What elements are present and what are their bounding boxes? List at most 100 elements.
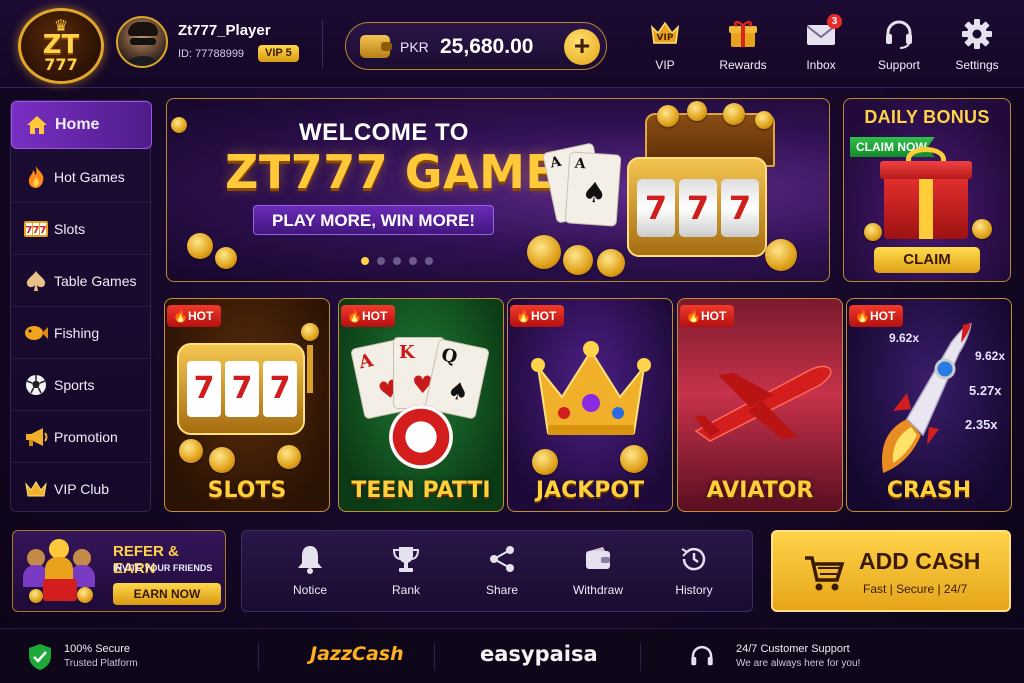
action-share[interactable]: Share: [462, 541, 542, 605]
secure-subtitle: Trusted Platform: [64, 658, 138, 669]
game-title: SLOTS: [207, 478, 287, 503]
support-subtitle: We are always here for you!: [736, 658, 861, 669]
action-label: Share: [485, 583, 519, 597]
sidebar-item-promotion[interactable]: Promotion: [11, 411, 152, 463]
shopping-cart-icon: [803, 554, 845, 597]
sidebar-item-fishing[interactable]: Fishing: [11, 307, 152, 359]
refer-subtitle: INVITE YOUR FRIENDS: [113, 563, 213, 573]
player-id: ID: 77788999: [178, 48, 245, 60]
headset-icon: [864, 16, 934, 52]
claim-button[interactable]: CLAIM: [874, 247, 980, 273]
footer-divider: [258, 643, 259, 671]
add-cash-title: ADD CASH: [859, 548, 981, 574]
home-icon: [24, 112, 50, 138]
playing-card-art: A ♠: [564, 151, 622, 227]
svg-text:7: 7: [26, 225, 33, 236]
slot-machine-art: 7 7 7: [627, 157, 767, 257]
carousel-dot[interactable]: [409, 257, 417, 265]
nav-settings[interactable]: Settings: [942, 16, 1012, 80]
game-card-crash[interactable]: 🔥HOT 9.62x 9.62x 5.27x 2.35x CRASH: [846, 298, 1012, 512]
top-nav: VIP VIP Rewards 3 Inbox Support Settings: [630, 14, 1020, 80]
wallet-icon: [558, 541, 638, 577]
quick-actions-bar: Notice Rank Share Withdraw History: [241, 530, 753, 612]
earn-now-button[interactable]: EARN NOW: [113, 583, 221, 605]
sidebar-item-label: Sports: [54, 376, 95, 393]
carousel-dot[interactable]: [425, 257, 433, 265]
game-card-aviator[interactable]: 🔥HOT AVIATOR: [677, 298, 843, 512]
slots-777-icon: 777: [23, 216, 49, 242]
game-title: JACKPOT: [535, 478, 645, 503]
action-withdraw[interactable]: Withdraw: [558, 541, 638, 605]
footer-divider: [434, 643, 435, 671]
carousel-dot[interactable]: [393, 257, 401, 265]
game-title: AVIATOR: [706, 478, 814, 503]
action-label: Withdraw: [572, 583, 623, 597]
sidebar-item-home[interactable]: Home: [11, 101, 152, 149]
banner-welcome-text: WELCOME TO: [299, 119, 469, 146]
spade-icon: [23, 268, 49, 294]
footer-bar: 100% Secure Trusted Platform JazzCash ea…: [0, 628, 1024, 683]
balance-amount: 25,680.00: [440, 35, 534, 58]
sidebar-item-table-games[interactable]: Table Games: [11, 255, 152, 307]
sidebar-item-slots[interactable]: 777 Slots: [11, 203, 152, 255]
hero-banner[interactable]: WELCOME TO ZT777 GAME PLAY MORE, WIN MOR…: [166, 98, 830, 282]
sidebar-item-label: Hot Games: [54, 168, 125, 185]
game-title: CRASH: [886, 478, 972, 503]
top-header: ♛ ZT 777 Zt777_Player ID: 77788999 VIP 5…: [0, 0, 1024, 88]
fish-icon: [23, 320, 49, 346]
game-card-slots[interactable]: 🔥HOT 7 7 7 SLOTS: [164, 298, 330, 512]
sidebar-item-label: VIP Club: [54, 481, 109, 497]
add-cash-button[interactable]: ADD CASH Fast | Secure | 24/7: [771, 530, 1011, 612]
nav-inbox[interactable]: 3 Inbox: [786, 14, 856, 80]
player-name: Zt777_Player: [178, 22, 271, 39]
action-rank[interactable]: Rank: [366, 541, 446, 605]
action-notice[interactable]: Notice: [270, 541, 350, 605]
sidebar-item-label: Table Games: [54, 272, 137, 289]
nav-label: Rewards: [719, 58, 767, 72]
multiplier-label: 9.62x: [975, 349, 1006, 363]
support-title: 24/7 Customer Support: [736, 643, 850, 655]
nav-vip[interactable]: VIP VIP: [630, 16, 700, 80]
carousel-dot[interactable]: [361, 257, 369, 265]
game-title: TEEN PATTI: [351, 478, 491, 503]
multiplier-label: 2.35x: [965, 417, 998, 432]
sidebar-item-label: Home: [55, 116, 100, 133]
slot-machine-art: 7 7 7: [177, 343, 305, 435]
svg-text:7: 7: [40, 225, 47, 236]
nav-support[interactable]: Support: [864, 16, 934, 80]
vip-level-badge: VIP 5: [258, 45, 299, 62]
footer-divider: [640, 643, 641, 671]
sidebar-item-sports[interactable]: Sports: [11, 359, 152, 411]
sidebar-item-vip-club[interactable]: VIP Club: [11, 463, 152, 515]
sidebar-item-hot-games[interactable]: Hot Games: [11, 151, 152, 203]
hot-tag: 🔥HOT: [680, 305, 735, 327]
banner-tagline: PLAY MORE, WIN MORE!: [253, 205, 495, 235]
gear-icon: [942, 16, 1012, 52]
add-funds-button[interactable]: +: [564, 29, 600, 65]
zt777-logo[interactable]: ♛ ZT 777: [18, 8, 104, 84]
svg-text:7: 7: [33, 225, 40, 236]
sidebar-item-label: Fishing: [54, 324, 100, 341]
soccer-ball-icon: [23, 372, 49, 398]
player-profile[interactable]: Zt777_Player ID: 77788999 VIP 5: [116, 14, 324, 74]
sidebar-item-label: Slots: [54, 220, 86, 237]
flame-icon: 🔥: [347, 309, 362, 323]
crown-art: [531, 341, 651, 435]
game-card-teen-patti[interactable]: 🔥HOT A ♥ K ♥ Q ♠ TEEN PATTI: [338, 298, 504, 512]
sidebar: Home Hot Games 777 Slots Table Games Fis…: [10, 100, 152, 515]
carousel-dots: [361, 257, 433, 267]
game-card-jackpot[interactable]: 🔥HOT JACKPOT: [507, 298, 673, 512]
inbox-count-badge: 3: [827, 14, 842, 29]
action-history[interactable]: History: [654, 541, 734, 605]
gift-icon: [708, 16, 778, 52]
refer-earn-card[interactable]: REFER & EARN INVITE YOUR FRIENDS EARN NO…: [12, 530, 226, 612]
mail-icon: [786, 16, 856, 52]
flame-icon: 🔥: [173, 309, 188, 323]
nav-rewards[interactable]: Rewards: [708, 16, 778, 80]
hot-tag: 🔥HOT: [849, 305, 904, 327]
avatar[interactable]: [116, 16, 168, 68]
logo-text-zt: ZT: [42, 30, 80, 60]
poker-chip-art: [389, 405, 453, 469]
flame-icon: [23, 164, 49, 190]
carousel-dot[interactable]: [377, 257, 385, 265]
